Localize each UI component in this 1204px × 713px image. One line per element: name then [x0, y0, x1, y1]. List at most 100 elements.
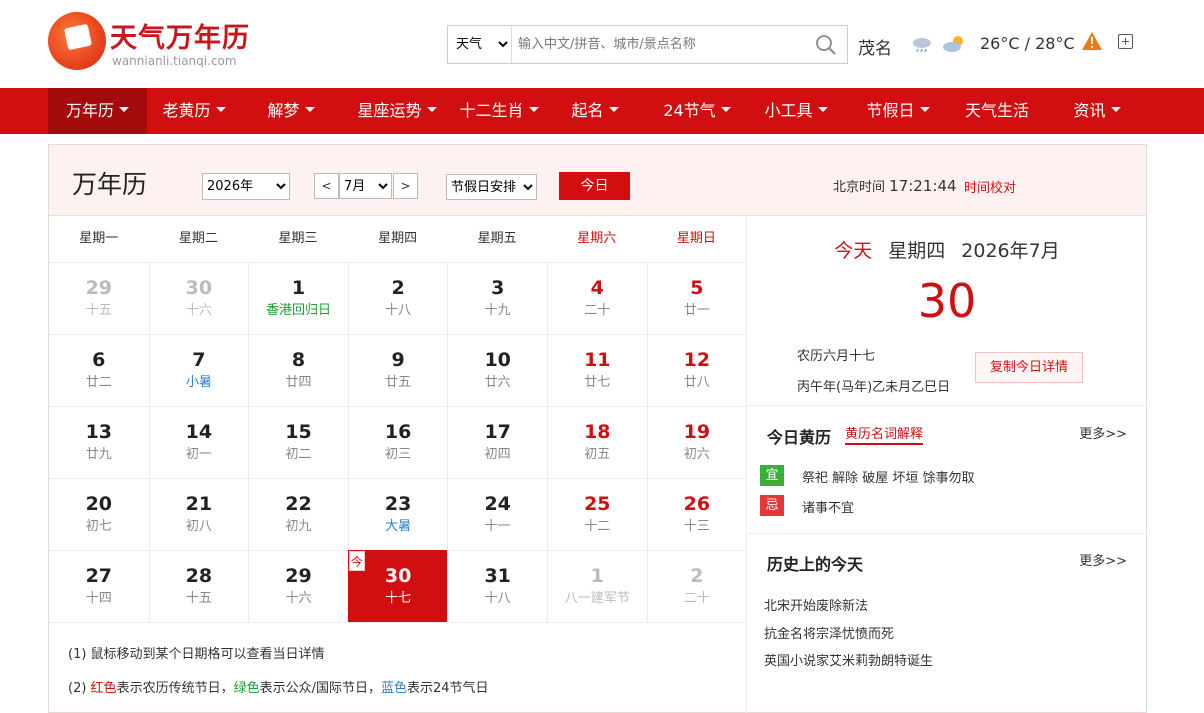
- nav-item-shengxiao[interactable]: 十二生肖: [452, 88, 546, 134]
- day-lunar: 初五: [584, 447, 611, 462]
- nav-item-tools[interactable]: 小工具: [754, 88, 838, 134]
- calendar-day[interactable]: 13 廿九: [49, 406, 149, 478]
- calendar-day[interactable]: 5 廿一: [646, 262, 747, 334]
- nav-item-xingzuo[interactable]: 星座运势: [350, 88, 444, 134]
- calendar-day[interactable]: 16 初三: [347, 406, 448, 478]
- calendar-day[interactable]: 12 廿八: [646, 334, 747, 406]
- day-lunar: 初八: [185, 519, 212, 534]
- calendar-day[interactable]: 25 十二: [547, 478, 647, 550]
- day-number: 26: [683, 493, 711, 515]
- calendar-day[interactable]: 11 廿七: [547, 334, 647, 406]
- day-number: 22: [285, 493, 312, 515]
- calendar-day[interactable]: 1 八一建军节: [547, 550, 647, 622]
- day-number: 23: [384, 493, 412, 515]
- day-number: 31: [484, 565, 511, 587]
- day-number: 8: [291, 349, 306, 371]
- calendar-day[interactable]: 10 廿六: [447, 334, 547, 406]
- day-number: 30: [185, 277, 213, 299]
- caret-down-icon: [817, 107, 828, 112]
- day-number: 24: [484, 493, 511, 515]
- day-lunar: 十六: [185, 303, 212, 318]
- beijing-time-label: 北京时间: [833, 180, 886, 195]
- nav-item-holiday[interactable]: 节假日: [856, 88, 940, 134]
- day-lunar: 香港回归日: [265, 303, 331, 318]
- calendar-day[interactable]: 4 二十: [547, 262, 647, 334]
- caret-down-icon: [215, 107, 226, 112]
- search-input[interactable]: [514, 26, 804, 63]
- day-lunar: 廿五: [385, 375, 412, 390]
- search-icon[interactable]: [815, 34, 837, 56]
- nav-item-jiemeng[interactable]: 解梦: [258, 88, 324, 134]
- calendar-day[interactable]: 2 十八: [347, 262, 448, 334]
- nav-item-wannianli[interactable]: 万年历: [48, 88, 147, 134]
- day-number: 2: [391, 277, 405, 299]
- nav-item-weather-life[interactable]: 天气生活: [955, 88, 1039, 134]
- calendar-day[interactable]: 28 十五: [148, 550, 249, 622]
- history-more-link[interactable]: 更多>>: [1079, 550, 1127, 569]
- day-lunar: 初九: [285, 519, 312, 534]
- calendar-day[interactable]: 22 初九: [248, 478, 348, 550]
- next-month-button[interactable]: >: [393, 173, 418, 199]
- calendar-day[interactable]: 27 十四: [49, 550, 149, 622]
- day-number: 3: [491, 277, 505, 299]
- history-item[interactable]: 抗金名将宗泽忧愤而死: [764, 623, 894, 642]
- calendar-day[interactable]: 29 十六: [248, 550, 348, 622]
- calendar-day[interactable]: 14 初一: [148, 406, 249, 478]
- calendar-day[interactable]: 17 初四: [447, 406, 547, 478]
- almanac-more-link[interactable]: 更多>>: [1079, 423, 1127, 442]
- calendar-day[interactable]: 30 十六: [148, 262, 249, 334]
- history-section: 历史上的今天 更多>> 北宋开始废除新法 抗金名将宗泽忧愤而死 英国小说家艾米莉…: [747, 533, 1147, 713]
- calendar-day-today[interactable]: 今 30 十七: [347, 550, 448, 622]
- year-select[interactable]: 2026年: [202, 173, 290, 200]
- nav-item-huangli[interactable]: 老黄历: [148, 88, 240, 134]
- calendar-day[interactable]: 2 二十: [646, 550, 747, 622]
- caret-down-icon: [119, 107, 129, 112]
- month-select[interactable]: 7月: [339, 173, 392, 199]
- day-number: 13: [85, 421, 113, 443]
- day-number: 12: [683, 349, 711, 371]
- history-item[interactable]: 北宋开始废除新法: [764, 595, 868, 614]
- calendar-day[interactable]: 20 初七: [49, 478, 149, 550]
- calendar-day[interactable]: 1 香港回归日: [248, 262, 348, 334]
- lunar-date: 农历六月十七: [797, 349, 876, 364]
- add-city-icon[interactable]: [1118, 34, 1133, 49]
- time-calibrate-link[interactable]: 时间校对: [964, 177, 1016, 196]
- caret-down-icon: [1110, 107, 1121, 112]
- calendar-day[interactable]: 3 十九: [447, 262, 547, 334]
- prev-month-button[interactable]: <: [314, 173, 339, 199]
- calendar-day[interactable]: 7 小暑: [148, 334, 249, 406]
- calendar-day[interactable]: 8 廿四: [248, 334, 348, 406]
- history-item[interactable]: 英国小说家艾米莉勃朗特诞生: [764, 650, 933, 669]
- day-number: 6: [92, 349, 106, 371]
- nav-item-qiming[interactable]: 起名: [562, 88, 628, 134]
- calendar-day[interactable]: 23 大暑: [347, 478, 448, 550]
- calendar-day[interactable]: 15 初二: [248, 406, 348, 478]
- calendar-day[interactable]: 19 初六: [646, 406, 747, 478]
- page-title: 万年历: [72, 170, 148, 199]
- today-button[interactable]: 今日: [559, 172, 630, 200]
- calendar-day[interactable]: 21 初八: [148, 478, 249, 550]
- calendar-day[interactable]: 24 十一: [447, 478, 547, 550]
- site-logo[interactable]: 天气万年历 wannianli.tianqi.com: [48, 10, 268, 70]
- holiday-select[interactable]: 节假日安排: [446, 174, 537, 200]
- calendar-day[interactable]: 9 廿五: [347, 334, 448, 406]
- yi-text: 祭祀 解除 破屋 坏垣 馀事勿取: [802, 471, 975, 486]
- day-lunar: 廿七: [584, 375, 611, 390]
- almanac-glossary-link[interactable]: 黄历名词解释: [845, 423, 924, 445]
- day-lunar: 廿二: [85, 375, 112, 390]
- copy-today-button[interactable]: 复制今日详情: [975, 352, 1083, 383]
- warning-icon[interactable]: [1081, 31, 1103, 51]
- nav-item-jieqi[interactable]: 24节气: [652, 88, 742, 134]
- calendar-day[interactable]: 6 廿二: [49, 334, 149, 406]
- day-lunar: 十九: [484, 303, 511, 318]
- day-lunar: 廿九: [85, 447, 112, 462]
- day-lunar: 十七: [385, 591, 412, 606]
- calendar-day[interactable]: 18 初五: [547, 406, 647, 478]
- search-type-select[interactable]: 天气: [448, 26, 512, 63]
- calendar-day[interactable]: 29 十五: [49, 262, 149, 334]
- calendar-day[interactable]: 31 十八: [447, 550, 547, 622]
- main-nav: 万年历 老黄历 解梦 星座运势 十二生肖 起名 24节气 小工具 节假日 天气生…: [0, 88, 1204, 134]
- calendar-day[interactable]: 26 十三: [646, 478, 747, 550]
- city-name[interactable]: 茂名: [858, 34, 892, 59]
- nav-item-news[interactable]: 资讯: [1062, 88, 1132, 134]
